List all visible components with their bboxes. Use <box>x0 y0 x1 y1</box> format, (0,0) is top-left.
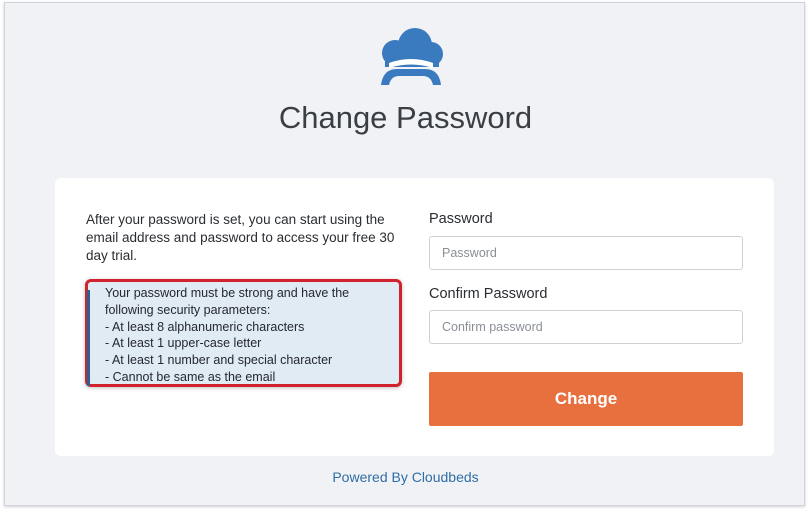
confirm-password-label: Confirm Password <box>429 286 548 302</box>
password-label: Password <box>429 211 493 227</box>
requirement-line: - Cannot be same as the email <box>105 369 276 384</box>
powered-by-link[interactable]: Powered By Cloudbeds <box>5 469 806 485</box>
cloud-bed-logo-icon <box>381 28 443 85</box>
requirements-list: Your password must be strong and have th… <box>105 285 349 386</box>
requirement-line: following security parameters: <box>105 302 271 317</box>
change-password-card: After your password is set, you can star… <box>55 178 774 456</box>
requirement-line: - At least 1 upper-case letter <box>105 336 262 351</box>
requirement-line: Your password must be strong and have th… <box>105 286 350 300</box>
requirement-line: - At least 1 number and special characte… <box>105 353 333 368</box>
change-button[interactable]: Change <box>429 372 743 426</box>
password-input[interactable] <box>429 236 743 270</box>
requirement-line: - At least 8 alphanumeric characters <box>105 319 305 334</box>
requirements-accent-bar <box>87 290 90 386</box>
intro-text: After your password is set, you can star… <box>86 212 395 263</box>
page-title: Change Password <box>278 100 533 135</box>
confirm-password-input[interactable] <box>429 310 743 344</box>
page-frame: Change Password After your password is s… <box>4 2 805 506</box>
password-requirements-box: Your password must be strong and have th… <box>85 279 402 387</box>
